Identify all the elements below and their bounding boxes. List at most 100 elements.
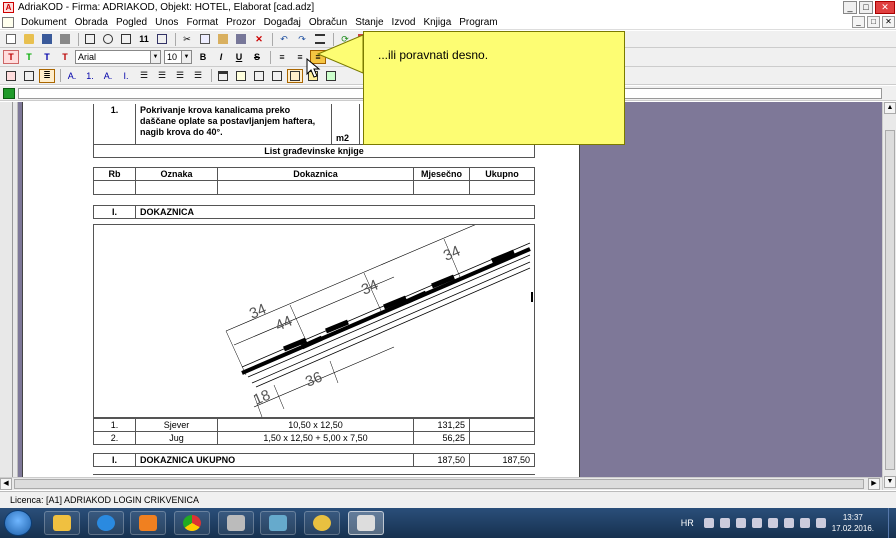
text-style-1-button[interactable]: T (3, 50, 19, 64)
show-desktop-button[interactable] (888, 508, 896, 538)
table-row[interactable] (93, 180, 535, 195)
menu-program[interactable]: Program (456, 17, 502, 28)
delete-icon[interactable]: ✕ (251, 32, 267, 46)
doc-restore-icon[interactable]: □ (867, 16, 880, 28)
maximize-icon[interactable]: □ (859, 1, 873, 14)
explorer-icon[interactable] (44, 511, 80, 535)
menu-format[interactable]: Format (183, 17, 223, 28)
paste-icon[interactable] (215, 32, 231, 46)
clock[interactable]: 13:37 17.02.2016. (832, 512, 874, 534)
menu-prozor[interactable]: Prozor (223, 17, 260, 28)
redo-icon[interactable]: ↷ (294, 32, 310, 46)
align-left-icon[interactable]: ≡ (274, 50, 290, 64)
italic-button[interactable]: I (213, 50, 229, 64)
doc-minimize-icon[interactable]: _ (852, 16, 865, 28)
language-indicator[interactable]: HR (681, 518, 694, 528)
cut-icon[interactable]: ✂ (179, 32, 195, 46)
table-list-icon[interactable]: ☰ (154, 69, 170, 83)
tray-icon-6[interactable] (783, 518, 794, 528)
media-player-icon[interactable] (130, 511, 166, 535)
paint-icon[interactable] (218, 511, 254, 535)
outline-list-icon[interactable]: ☰ (172, 69, 188, 83)
menu-pogled[interactable]: Pogled (113, 17, 152, 28)
close-icon[interactable]: ✕ (875, 1, 895, 14)
tray-icon-5[interactable] (767, 518, 778, 528)
doc-close-icon[interactable]: ✕ (882, 16, 895, 28)
tray-icon-2[interactable] (719, 518, 730, 528)
table-row[interactable]: I. DOKAZNICA UKUPNO 187,50 187,50 (93, 453, 535, 467)
clear-format-icon[interactable] (233, 32, 249, 46)
font-select[interactable]: Arial ▼ (75, 50, 161, 64)
minimize-icon[interactable]: _ (843, 1, 857, 14)
menu-dogadaj[interactable]: Događaj (261, 17, 306, 28)
numbering-1-button[interactable]: 1. (82, 69, 98, 83)
menu-dokument[interactable]: Dokument (18, 17, 72, 28)
columns-icon[interactable] (154, 32, 170, 46)
copy-icon[interactable] (197, 32, 213, 46)
scroll-thumb[interactable] (885, 130, 895, 470)
chevron-down-icon[interactable]: ▼ (181, 51, 191, 63)
paragraph-icon[interactable] (21, 69, 37, 83)
style-picker-icon[interactable] (3, 69, 19, 83)
paragraph-format-icon[interactable]: ≣ (39, 68, 55, 83)
table-row[interactable]: 2. Jug 1,50 x 12,50 + 5,00 x 7,50 56,25 (93, 431, 535, 445)
undo-icon[interactable]: ↶ (276, 32, 292, 46)
bullet-list-icon[interactable]: ☰ (136, 69, 152, 83)
tray-icon-1[interactable] (703, 518, 714, 528)
chevron-down-icon[interactable]: ▼ (150, 51, 160, 63)
table-row[interactable]: I. DOKAZNICA (93, 205, 535, 219)
adriakod-taskbar-icon[interactable] (348, 511, 384, 535)
text-style-3-button[interactable]: T (39, 50, 55, 64)
bold-button[interactable]: B (195, 50, 211, 64)
menu-knjiga[interactable]: Knjiga (420, 17, 456, 28)
indent-list-icon[interactable]: ☰ (190, 69, 206, 83)
internet-explorer-icon[interactable] (88, 511, 124, 535)
network-icon[interactable] (799, 518, 810, 528)
app-icon-blue[interactable] (260, 511, 296, 535)
horizontal-scrollbar[interactable]: ◀ ▶ (0, 477, 882, 490)
tray-icon-4[interactable] (751, 518, 762, 528)
frame-1-icon[interactable] (215, 69, 231, 83)
open-folder-icon[interactable] (21, 32, 37, 46)
menu-obrada[interactable]: Obrada (72, 17, 113, 28)
volume-icon[interactable] (815, 518, 826, 528)
document-page[interactable]: 1. Pokrivanje krova kanalicama preko daš… (22, 102, 580, 490)
table-row[interactable]: 1. Sjever 10,50 x 12,50 131,25 (93, 418, 535, 432)
numbering-a2-button[interactable]: A. (100, 69, 116, 83)
save-icon[interactable] (39, 32, 55, 46)
frame-3-icon[interactable] (251, 69, 267, 83)
text-style-2-button[interactable]: T (21, 50, 37, 64)
menu-unos[interactable]: Unos (152, 17, 183, 28)
numbering-i-button[interactable]: I. (118, 69, 134, 83)
menu-izvod[interactable]: Izvod (389, 17, 421, 28)
zoom-icon[interactable] (100, 32, 116, 46)
menu-stanje[interactable]: Stanje (352, 17, 388, 28)
new-file-icon[interactable] (3, 32, 19, 46)
scroll-left-icon[interactable]: ◀ (0, 478, 12, 490)
app-icon-globe[interactable] (304, 511, 340, 535)
page-number-icon[interactable]: 11 (136, 32, 152, 46)
roof-section-drawing[interactable]: 34 44 34 34 18 36 (93, 208, 535, 418)
underline-button[interactable]: U (231, 50, 247, 64)
document-icon[interactable] (2, 16, 14, 28)
vertical-scrollbar[interactable]: ▲ ▼ (882, 102, 896, 490)
scroll-down-icon[interactable]: ▼ (884, 476, 896, 488)
strikethrough-button[interactable]: S (249, 50, 265, 64)
print-preview-icon[interactable] (82, 32, 98, 46)
scroll-right-icon[interactable]: ▶ (868, 478, 880, 490)
tray-icon-3[interactable] (735, 518, 746, 528)
numbering-a-button[interactable]: A. (64, 69, 80, 83)
frame-2-icon[interactable] (233, 69, 249, 83)
app-icon[interactable]: A (3, 2, 14, 13)
find-icon[interactable] (118, 32, 134, 46)
border-box-icon[interactable] (287, 68, 303, 83)
scroll-up-icon[interactable]: ▲ (884, 102, 896, 114)
text-style-4-button[interactable]: T (57, 50, 73, 64)
font-size-select[interactable]: 10 ▼ (164, 50, 192, 64)
frame-4-icon[interactable] (269, 69, 285, 83)
hscroll-thumb[interactable] (14, 479, 864, 489)
table-row[interactable]: List građevinske knjige (93, 143, 535, 158)
start-button-icon[interactable] (4, 510, 32, 536)
print-icon[interactable] (57, 32, 73, 46)
menu-obracun[interactable]: Obračun (306, 17, 352, 28)
